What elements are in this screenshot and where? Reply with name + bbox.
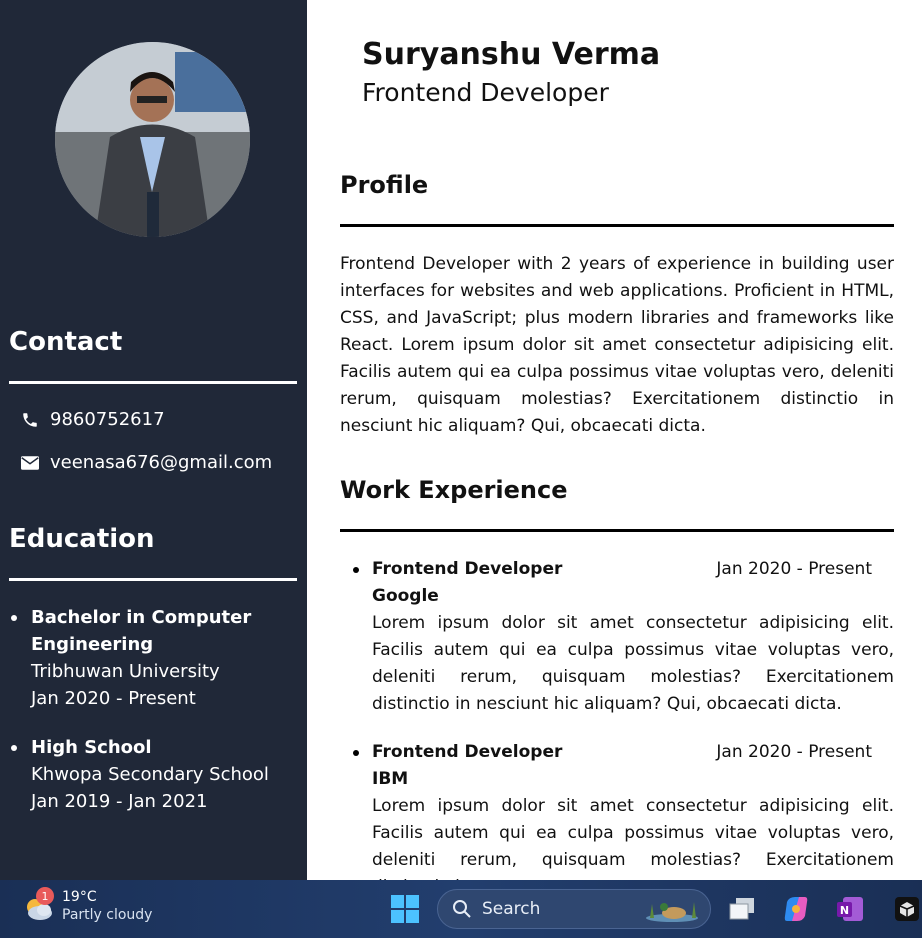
partly-cloudy-icon: 1	[22, 887, 56, 923]
job-item: Frontend Developer Jan 2020 - Present IB…	[350, 739, 894, 880]
profile-summary: Frontend Developer with 2 years of exper…	[340, 254, 894, 436]
sidebar: Contact 9860752617 veenasa676@gmail.com …	[0, 0, 307, 880]
email-row: veenasa676@gmail.com	[20, 452, 272, 473]
phone-row: 9860752617	[20, 409, 165, 430]
app-cube-icon[interactable]	[892, 894, 922, 924]
job-description: Lorem ipsum dolor sit amet consectetur a…	[372, 613, 894, 714]
contact-divider	[9, 381, 297, 384]
education-period: Jan 2020 - Present	[31, 688, 196, 709]
person-role: Frontend Developer	[362, 78, 609, 107]
experience-heading: Work Experience	[340, 476, 568, 504]
person-name: Suryanshu Verma	[362, 37, 661, 72]
onenote-icon[interactable]: N	[835, 894, 865, 924]
taskbar-search-box[interactable]: Search	[437, 889, 711, 929]
education-school: Khwopa Secondary School	[31, 764, 269, 785]
job-period: Jan 2020 - Present	[716, 559, 872, 579]
search-label: Search	[482, 899, 541, 919]
job-company: Google	[372, 586, 439, 606]
bullet	[11, 745, 17, 751]
notification-badge: 1	[36, 887, 54, 905]
education-list: Bachelor in Computer Engineering Tribhuw…	[9, 604, 299, 837]
education-period: Jan 2019 - Jan 2021	[31, 791, 208, 812]
phone-icon	[20, 410, 40, 430]
bullet	[353, 750, 359, 756]
profile-divider	[340, 224, 894, 227]
duck-illustration-icon	[642, 894, 702, 924]
bullet	[353, 567, 359, 573]
contact-heading: Contact	[9, 327, 123, 357]
task-view-icon[interactable]	[727, 894, 757, 924]
weather-widget[interactable]: 1 19°C Partly cloudy	[22, 887, 153, 924]
search-icon	[452, 899, 472, 919]
education-item: High School Khwopa Secondary School Jan …	[9, 734, 299, 815]
education-item: Bachelor in Computer Engineering Tribhuw…	[9, 604, 299, 712]
bullet	[11, 615, 17, 621]
envelope-icon	[20, 453, 40, 473]
svg-text:N: N	[840, 904, 849, 917]
education-degree: High School	[31, 737, 152, 758]
job-company: IBM	[372, 769, 409, 789]
windows-start-icon[interactable]	[390, 894, 420, 924]
education-heading: Education	[9, 524, 155, 554]
phone-number: 9860752617	[50, 409, 165, 430]
weather-description: Partly cloudy	[62, 907, 153, 923]
job-title: Frontend Developer	[372, 559, 563, 579]
weather-temperature: 19°C	[62, 889, 97, 905]
education-divider	[9, 578, 297, 581]
job-period: Jan 2020 - Present	[716, 742, 872, 762]
job-description: Lorem ipsum dolor sit amet consectetur a…	[372, 796, 894, 880]
education-school: Tribhuwan University	[31, 661, 220, 682]
job-item: Frontend Developer Jan 2020 - Present Go…	[350, 556, 894, 718]
profile-heading: Profile	[340, 171, 429, 199]
profile-photo	[55, 42, 250, 237]
taskbar: 1 19°C Partly cloudy Search N	[0, 880, 922, 938]
email-address: veenasa676@gmail.com	[50, 452, 273, 473]
experience-divider	[340, 529, 894, 532]
job-title: Frontend Developer	[372, 742, 563, 762]
education-degree: Bachelor in Computer Engineering	[31, 607, 252, 655]
copilot-icon[interactable]	[781, 894, 811, 924]
